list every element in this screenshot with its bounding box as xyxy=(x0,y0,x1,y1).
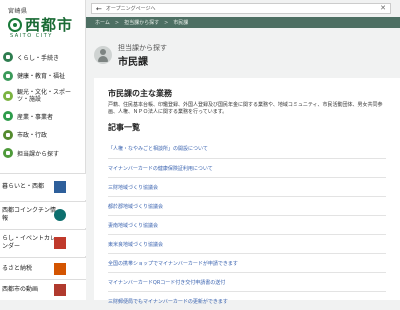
back-arrow-icon: ← xyxy=(96,4,102,13)
banner-calendar[interactable]: らし・イベントカレンダー xyxy=(0,229,86,256)
book-icon xyxy=(54,181,66,193)
article-link[interactable]: マイナンバーカードQRコード付き交付申請書の送付 xyxy=(108,272,386,291)
breadcrumb-separator-icon: > xyxy=(164,19,169,26)
logo-roman: SAITO CITY xyxy=(10,33,53,39)
banner-label: 西都コインクチン情報 xyxy=(2,207,57,222)
banner-label: 西都市の動画 xyxy=(2,286,39,293)
banner-label: らし・イベントカレンダー xyxy=(2,235,57,250)
breadcrumb-tantoka[interactable]: 担当課から探す xyxy=(124,19,159,26)
sidebar-item-kanko[interactable]: 観光・文化・スポーツ・施設 xyxy=(0,85,86,107)
heart-icon xyxy=(3,70,13,81)
sidebar-item-label: 市政・行政 xyxy=(17,132,48,140)
duties-description: 戸籍、住民基本台帳、印鑑登録、外国人登録及び国民年金に関する業務や、地域コミュニ… xyxy=(108,102,383,115)
sidebar: 宮崎県 西都市 SAITO CITY くらし・手続き 健康・教育・福祉 観光・文… xyxy=(0,0,86,300)
sidebar-item-label: 産業・事業者 xyxy=(17,113,54,121)
breadcrumb-current: 市民課 xyxy=(173,20,189,26)
opening-page-bar[interactable]: ← オープニングページへ ✕ xyxy=(91,3,391,14)
article-link[interactable]: 「人権・なやみごと相談所」の開設について xyxy=(108,139,386,158)
breadcrumb-separator-icon: > xyxy=(114,19,120,26)
section-header: 担当課から探す 市民課 xyxy=(86,32,400,78)
sidebar-item-tantoka[interactable]: 担当課から探す xyxy=(0,144,86,163)
video-icon xyxy=(54,284,66,296)
duties-heading: 市民課の主な業務 xyxy=(108,89,172,98)
building-icon xyxy=(3,129,13,140)
article-list: 「人権・なやみごと相談所」の開設について マイナンバーカードの健康保険証利用につ… xyxy=(108,139,386,310)
sidebar-item-kurashi[interactable]: くらし・手続き xyxy=(0,48,86,67)
close-icon[interactable]: ✕ xyxy=(380,4,386,12)
sidebar-nav: くらし・手続き 健康・教育・福祉 観光・文化・スポーツ・施設 産業・事業者 市政… xyxy=(0,48,86,163)
person-icon xyxy=(3,148,13,159)
banner-coin[interactable]: 西都コインクチン情報 xyxy=(0,201,86,228)
logo-city-name: 西都市 xyxy=(25,16,74,34)
gift-icon xyxy=(54,262,66,275)
calendar-icon xyxy=(54,237,66,249)
article-link[interactable]: マイナンバーカードの健康保険証利用について xyxy=(108,158,386,177)
articles-heading: 記事一覧 xyxy=(108,123,140,132)
article-link[interactable]: 妻南地域づくり協議会 xyxy=(108,215,386,234)
page-title: 市民課 xyxy=(118,56,148,68)
sidebar-item-label: くらし・手続き xyxy=(17,54,60,62)
camera-icon xyxy=(3,91,13,101)
banner-label: 暮らいと・西都 xyxy=(2,183,45,190)
sidebar-item-kenko[interactable]: 健康・教育・福祉 xyxy=(0,67,86,86)
banner-furusato[interactable]: るさと納税 xyxy=(0,257,86,279)
sidebar-item-label: 担当課から探す xyxy=(17,150,60,158)
article-link[interactable]: 全国の携帯ショップでマイナンバーカードが申請できます xyxy=(108,253,386,272)
banner-label: るさと納税 xyxy=(2,264,33,272)
sidebar-item-label: 健康・教育・福祉 xyxy=(17,73,66,81)
person-icon xyxy=(94,46,112,64)
main-panel: 市民課の主な業務 戸籍、住民基本台帳、印鑑登録、外国人登録及び国民年金に関する業… xyxy=(94,78,400,305)
breadcrumb-home[interactable]: ホーム xyxy=(95,19,110,26)
article-link[interactable]: 三財郵便局でもマイナンバーカードの更新ができます xyxy=(108,291,386,310)
article-link[interactable]: 東米良地域づくり協議会 xyxy=(108,234,386,253)
opening-page-label: オープニングページへ xyxy=(105,6,156,12)
badge-icon xyxy=(54,209,66,221)
banner-kurasito[interactable]: 暮らいと・西都 xyxy=(0,173,86,200)
sidebar-item-label: 観光・文化・スポーツ・施設 xyxy=(17,89,72,103)
factory-icon xyxy=(3,111,13,122)
sidebar-item-shisei[interactable]: 市政・行政 xyxy=(0,126,86,145)
article-link[interactable]: 都於郡地域づくり協議会 xyxy=(108,196,386,215)
sidebar-item-sangyo[interactable]: 産業・事業者 xyxy=(0,107,86,126)
banner-video[interactable]: 西都市の動画 xyxy=(0,279,86,300)
article-link[interactable]: 三財地域づくり協議会 xyxy=(108,177,386,196)
house-icon xyxy=(3,52,13,63)
city-emblem-icon xyxy=(8,17,22,32)
section-subtitle: 担当課から探す xyxy=(118,43,167,52)
breadcrumb: ホーム > 担当課から探す > 市民課 xyxy=(86,17,400,28)
topbar: ← オープニングページへ ✕ ホーム > 担当課から探す > 市民課 xyxy=(86,0,400,32)
